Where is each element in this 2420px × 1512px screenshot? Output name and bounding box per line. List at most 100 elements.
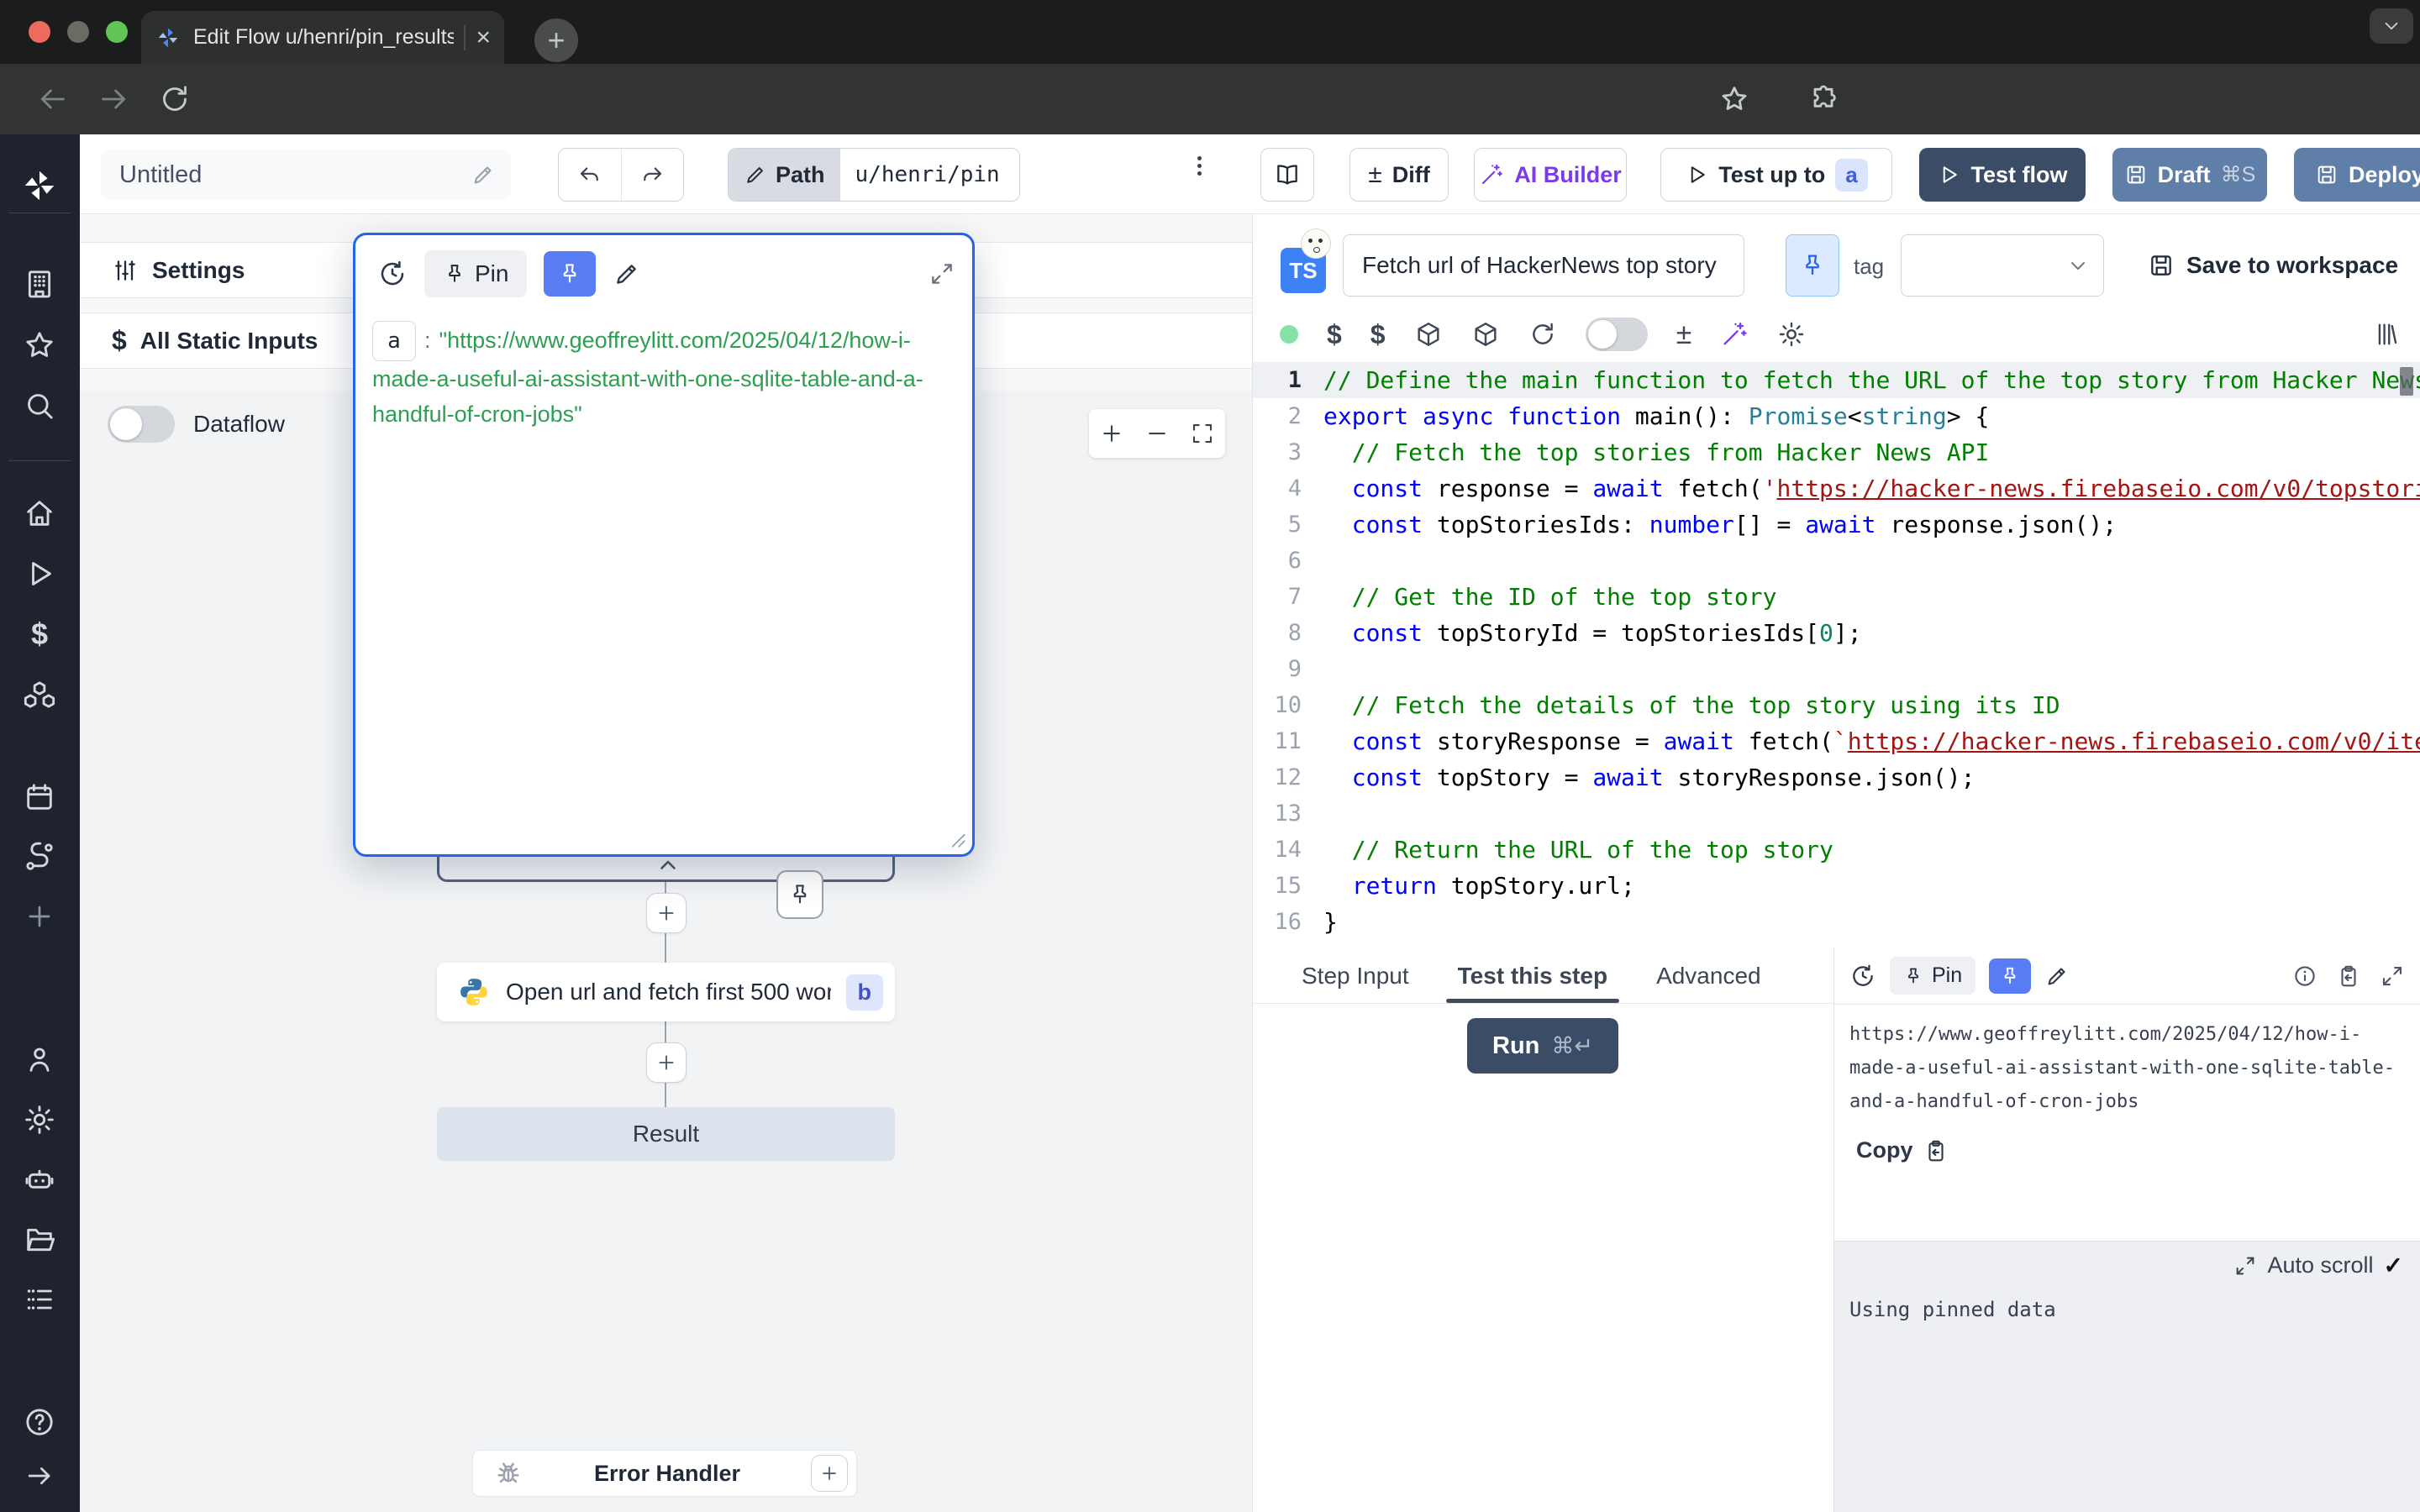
sidebar-item-settings[interactable] bbox=[20, 1100, 59, 1139]
sidebar-item-users[interactable] bbox=[20, 1040, 59, 1079]
code-line[interactable]: 15 return topStory.url; bbox=[1253, 868, 2420, 904]
undo-button[interactable] bbox=[559, 149, 622, 201]
draft-button[interactable]: Draft ⌘S bbox=[2112, 148, 2267, 202]
zoom-in-icon[interactable] bbox=[1099, 421, 1124, 446]
run-button[interactable]: Run ⌘↵ bbox=[1467, 1018, 1618, 1074]
sidebar-collapse-icon[interactable] bbox=[20, 1457, 59, 1495]
code-line[interactable]: 3 // Fetch the top stories from Hacker N… bbox=[1253, 434, 2420, 470]
forward-icon[interactable] bbox=[97, 82, 131, 116]
deploy-button[interactable]: Deploy bbox=[2294, 148, 2420, 202]
bookmark-star-icon[interactable] bbox=[1718, 82, 1751, 116]
diff-button[interactable]: ± Diff bbox=[1349, 148, 1449, 202]
code-line[interactable]: 6 bbox=[1253, 543, 2420, 579]
output-pin-active-button[interactable] bbox=[1989, 958, 2031, 994]
code-line[interactable]: 14 // Return the URL of the top story bbox=[1253, 832, 2420, 868]
code-line[interactable]: 4 const response = await fetch('https://… bbox=[1253, 470, 2420, 507]
code-line[interactable]: 7 // Get the ID of the top story bbox=[1253, 579, 2420, 615]
expand-popup-icon[interactable] bbox=[929, 260, 955, 287]
plus-minus-icon[interactable]: ± bbox=[1676, 318, 1692, 351]
sidebar-item-flows[interactable] bbox=[20, 837, 59, 876]
copy-button[interactable]: Copy bbox=[1849, 1137, 2403, 1163]
chrome-chevron-down-icon[interactable] bbox=[2370, 8, 2413, 44]
sidebar-item-search[interactable] bbox=[20, 386, 59, 425]
sidebar-item-resources[interactable] bbox=[20, 675, 59, 714]
code-line[interactable]: 10 // Fetch the details of the top story… bbox=[1253, 687, 2420, 723]
window-zoom-button[interactable] bbox=[106, 21, 128, 43]
package-icon[interactable] bbox=[1414, 320, 1443, 349]
reload-script-icon[interactable] bbox=[1528, 320, 1557, 349]
code-line[interactable]: 13 bbox=[1253, 795, 2420, 832]
error-handler-node[interactable]: Error Handler bbox=[472, 1450, 857, 1497]
sidebar-item-folders[interactable] bbox=[20, 1221, 59, 1259]
sidebar-item-runs[interactable] bbox=[20, 554, 59, 593]
tab-advanced[interactable]: Advanced bbox=[1656, 963, 1761, 1003]
sidebar-item-favorites[interactable] bbox=[20, 326, 59, 365]
tab-test-this-step[interactable]: Test this step bbox=[1458, 963, 1607, 1003]
browser-tab[interactable]: Edit Flow u/henri/pin_results × bbox=[141, 11, 504, 64]
extensions-icon[interactable] bbox=[1807, 82, 1840, 116]
pin-tab-button[interactable]: Pin bbox=[424, 250, 527, 297]
package-icon[interactable] bbox=[1471, 320, 1500, 349]
flow-summary-input[interactable]: Untitled bbox=[101, 150, 511, 200]
auto-scroll-checkmark[interactable]: ✓ bbox=[2384, 1252, 2403, 1279]
resize-handle-icon[interactable] bbox=[945, 827, 967, 849]
sidebar-item-logs[interactable] bbox=[20, 1280, 59, 1319]
sidebar-item-schedules[interactable] bbox=[20, 778, 59, 816]
sidebar-item-home[interactable] bbox=[20, 494, 59, 533]
tab-close-icon[interactable]: × bbox=[476, 25, 491, 50]
edit-pin-pencil-icon[interactable] bbox=[2044, 963, 2070, 989]
reload-icon[interactable] bbox=[158, 82, 192, 116]
more-options-icon[interactable] bbox=[1197, 153, 1202, 179]
code-line[interactable]: 1// Define the main function to fetch th… bbox=[1253, 362, 2420, 398]
output-pin-tab-button[interactable]: Pin bbox=[1890, 957, 1975, 995]
window-close-button[interactable] bbox=[29, 21, 50, 43]
back-icon[interactable] bbox=[35, 82, 69, 116]
fit-view-icon[interactable] bbox=[1190, 421, 1215, 446]
redo-button[interactable] bbox=[622, 149, 684, 201]
diff-mode-toggle[interactable] bbox=[1586, 318, 1648, 351]
flow-node-b[interactable]: Open url and fetch first 500 words of ..… bbox=[437, 963, 895, 1021]
code-line[interactable]: 9 bbox=[1253, 651, 2420, 687]
contextual-variables-icon[interactable]: $ bbox=[1370, 319, 1386, 350]
step-name-input[interactable] bbox=[1343, 234, 1744, 297]
edit-pin-pencil-icon[interactable] bbox=[613, 260, 641, 288]
code-editor[interactable]: 1// Define the main function to fetch th… bbox=[1253, 362, 2420, 948]
history-icon[interactable] bbox=[1849, 963, 1876, 990]
sidebar-item-variables[interactable]: $ bbox=[20, 615, 59, 654]
test-flow-button[interactable]: Test flow bbox=[1919, 148, 2086, 202]
sidebar-item-workers[interactable] bbox=[20, 1161, 59, 1200]
clipboard-copy-icon[interactable] bbox=[2336, 963, 2361, 989]
window-minimize-button[interactable] bbox=[67, 21, 89, 43]
add-error-handler-button[interactable] bbox=[811, 1455, 848, 1492]
code-line[interactable]: 2export async function main(): Promise<s… bbox=[1253, 398, 2420, 434]
code-line[interactable]: 16} bbox=[1253, 904, 2420, 940]
sidebar-item-add[interactable] bbox=[20, 897, 59, 936]
output-url-value[interactable]: https://www.geoffreylitt.com/2025/04/12/… bbox=[1849, 1018, 2403, 1119]
edit-pencil-icon[interactable] bbox=[471, 162, 496, 187]
windmill-logo[interactable] bbox=[20, 166, 59, 205]
auto-scroll-control[interactable]: Auto scroll ✓ bbox=[1849, 1252, 2403, 1279]
path-button[interactable]: Path u/henri/pin bbox=[728, 148, 1020, 202]
expand-logs-icon[interactable] bbox=[2233, 1254, 2257, 1278]
save-to-workspace-button[interactable]: Save to workspace bbox=[2148, 241, 2398, 290]
test-up-to-button[interactable]: Test up to a bbox=[1660, 148, 1892, 202]
sidebar-item-help[interactable] bbox=[20, 1403, 59, 1441]
code-line[interactable]: 11 const storyResponse = await fetch(`ht… bbox=[1253, 723, 2420, 759]
insert-step-button[interactable] bbox=[646, 1042, 687, 1083]
info-icon[interactable] bbox=[2292, 963, 2317, 989]
docs-button[interactable] bbox=[1260, 148, 1314, 202]
tag-select[interactable] bbox=[1901, 234, 2104, 297]
code-line[interactable]: 5 const topStoriesIds: number[] = await … bbox=[1253, 507, 2420, 543]
node-a-pin-badge[interactable] bbox=[776, 870, 823, 919]
editor-scrollbar-thumb[interactable] bbox=[2400, 367, 2413, 396]
expand-output-icon[interactable] bbox=[2380, 963, 2405, 989]
step-pin-button[interactable] bbox=[1786, 234, 1839, 297]
ai-wand-icon[interactable] bbox=[1720, 320, 1749, 349]
code-line[interactable]: 8 const topStoryId = topStoriesIds[0]; bbox=[1253, 615, 2420, 651]
ai-builder-button[interactable]: AI Builder bbox=[1474, 148, 1627, 202]
flow-node-result[interactable]: Result bbox=[437, 1107, 895, 1161]
history-icon[interactable] bbox=[377, 259, 408, 289]
code-line[interactable]: 12 const topStory = await storyResponse.… bbox=[1253, 759, 2420, 795]
assistant-panel-icon[interactable] bbox=[2371, 320, 2400, 349]
dataflow-toggle[interactable] bbox=[108, 406, 175, 443]
